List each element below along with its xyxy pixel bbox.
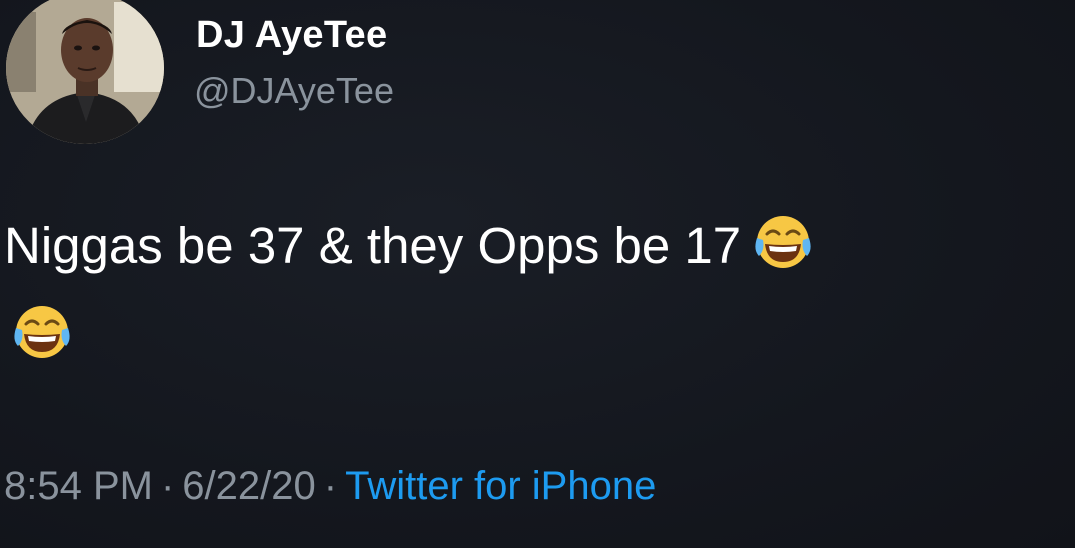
tweet-meta: 8:54 PM · 6/22/20 · Twitter for iPhone [4,464,656,509]
profile-photo-image [6,0,164,144]
tweet-card: DJ AyeTee @DJAyeTee Niggas be 37 & they … [0,0,1075,548]
tweet-body: Niggas be 37 & they Opps be 17 [4,217,742,274]
meta-separator: · [323,464,338,508]
tweet-text: Niggas be 37 & they Opps be 17 [4,203,1064,375]
user-handle[interactable]: @DJAyeTee [194,70,394,112]
face-with-tears-of-joy-icon [14,305,70,358]
meta-separator: · [160,464,175,508]
face-with-tears-of-joy-icon [755,215,811,268]
avatar[interactable] [6,0,164,144]
tweet-date[interactable]: 6/22/20 [182,464,315,508]
tweet-time[interactable]: 8:54 PM [4,464,153,508]
tweet-source-link[interactable]: Twitter for iPhone [345,464,656,508]
display-name[interactable]: DJ AyeTee [196,14,387,57]
